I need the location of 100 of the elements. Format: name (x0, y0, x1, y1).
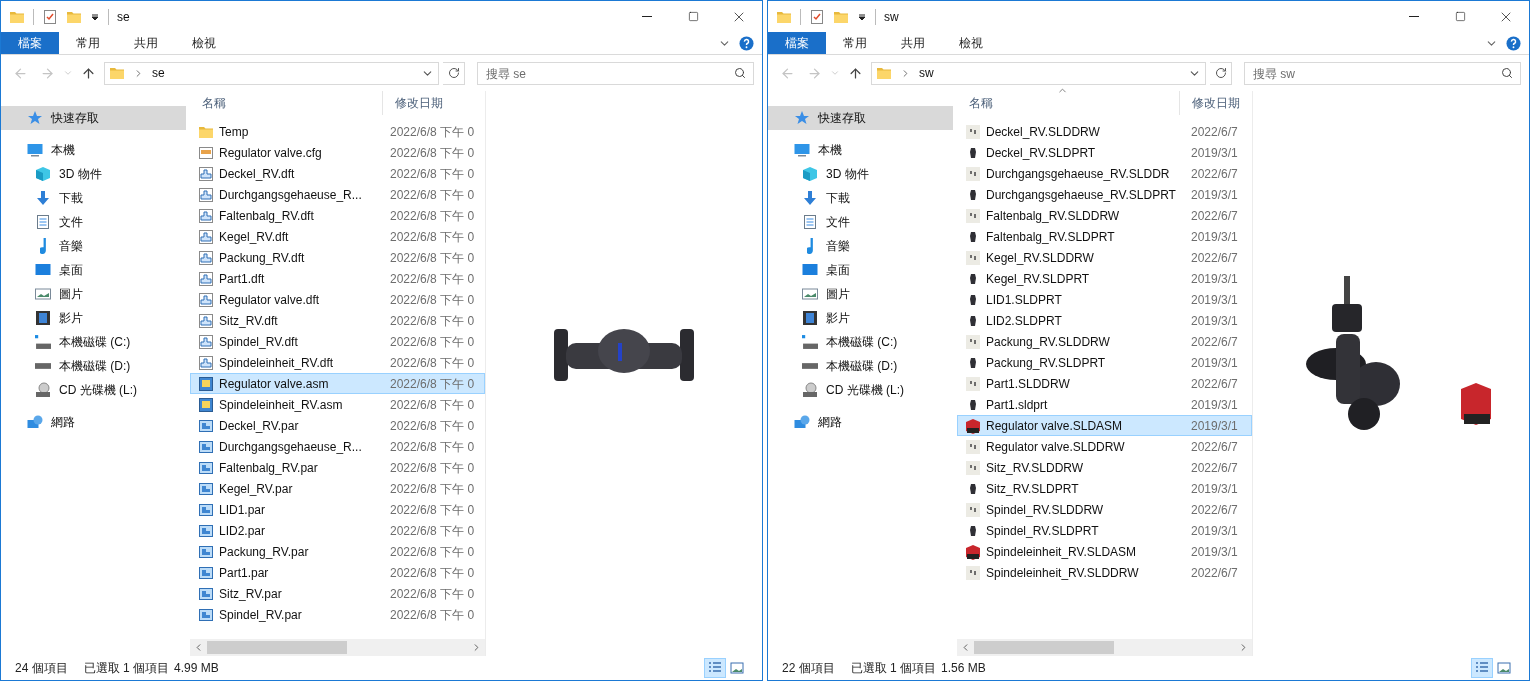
nav-item[interactable]: 3D 物件 (768, 162, 953, 186)
nav-item[interactable]: 文件 (768, 210, 953, 234)
file-row[interactable]: Packung_RV.par 2022/6/8 下午 0 (190, 541, 485, 562)
ribbon-tab[interactable]: 檢視 (942, 32, 1000, 54)
ribbon-tab[interactable]: 常用 (826, 32, 884, 54)
column-header[interactable]: 修改日期 (383, 91, 485, 115)
file-row[interactable]: Regulator valve.dft 2022/6/8 下午 0 (190, 289, 485, 310)
file-row[interactable]: Spindeleinheit_RV.SLDASM 2019/3/1 (957, 541, 1252, 562)
nav-item[interactable]: 本機 (1, 138, 186, 162)
ribbon-tab[interactable]: 共用 (117, 32, 175, 54)
file-row[interactable]: Kegel_RV.dft 2022/6/8 下午 0 (190, 226, 485, 247)
file-row[interactable]: Kegel_RV.SLDDRW 2022/6/7 (957, 247, 1252, 268)
scrollbar-thumb[interactable] (974, 641, 1114, 654)
address-field[interactable]: se (104, 61, 439, 85)
file-row[interactable]: Sitz_RV.SLDDRW 2022/6/7 (957, 457, 1252, 478)
search-field[interactable]: 搜尋 se (477, 62, 754, 86)
file-row[interactable]: Part1.sldprt 2019/3/1 (957, 394, 1252, 415)
file-row[interactable]: LID2.par 2022/6/8 下午 0 (190, 520, 485, 541)
file-row[interactable]: Durchgangsgehaeuse_R... 2022/6/8 下午 0 (190, 184, 485, 205)
file-row[interactable]: Deckel_RV.SLDDRW 2022/6/7 (957, 121, 1252, 142)
nav-item[interactable]: 網路 (1, 410, 186, 434)
nav-item[interactable]: CD 光碟機 (L:) (1, 378, 186, 402)
file-row[interactable]: LID2.SLDPRT 2019/3/1 (957, 310, 1252, 331)
file-row[interactable]: Durchgangsgehaeuse_RV.SLDPRT 2019/3/1 (957, 184, 1252, 205)
refresh-button[interactable] (1210, 61, 1232, 85)
nav-item[interactable]: 文件 (1, 210, 186, 234)
nav-item[interactable]: 本機磁碟 (C:) (768, 330, 953, 354)
horizontal-scrollbar[interactable] (190, 639, 485, 656)
nav-item[interactable]: 桌面 (768, 258, 953, 282)
nav-item[interactable]: 音樂 (1, 234, 186, 258)
file-row[interactable]: Faltenbalg_RV.SLDDRW 2022/6/7 (957, 205, 1252, 226)
address-field[interactable]: sw (871, 61, 1206, 85)
scrollbar-thumb[interactable] (207, 641, 347, 654)
file-row[interactable]: Packung_RV.dft 2022/6/8 下午 0 (190, 247, 485, 268)
file-row[interactable]: Sitz_RV.SLDPRT 2019/3/1 (957, 478, 1252, 499)
file-row[interactable]: Faltenbalg_RV.par 2022/6/8 下午 0 (190, 457, 485, 478)
file-row[interactable]: Spindel_RV.dft 2022/6/8 下午 0 (190, 331, 485, 352)
dropdown-arrow-icon[interactable] (857, 11, 867, 22)
nav-item[interactable]: CD 光碟機 (L:) (768, 378, 953, 402)
file-row[interactable]: Faltenbalg_RV.SLDPRT 2019/3/1 (957, 226, 1252, 247)
help-icon[interactable] (739, 35, 754, 51)
file-row[interactable]: Spindeleinheit_RV.asm 2022/6/8 下午 0 (190, 394, 485, 415)
file-row[interactable]: Deckel_RV.dft 2022/6/8 下午 0 (190, 163, 485, 184)
file-row[interactable]: Spindeleinheit_RV.SLDDRW 2022/6/7 (957, 562, 1252, 583)
horizontal-scrollbar[interactable] (957, 639, 1252, 656)
nav-item[interactable]: 3D 物件 (1, 162, 186, 186)
nav-item[interactable]: 本機磁碟 (C:) (1, 330, 186, 354)
file-row[interactable]: Kegel_RV.par 2022/6/8 下午 0 (190, 478, 485, 499)
nav-item[interactable]: 影片 (768, 306, 953, 330)
view-button[interactable] (704, 658, 726, 678)
column-header[interactable]: 名稱 (190, 91, 383, 115)
nav-item[interactable]: 圖片 (1, 282, 186, 306)
file-row[interactable]: Part1.SLDDRW 2022/6/7 (957, 373, 1252, 394)
file-row[interactable]: Part1.par 2022/6/8 下午 0 (190, 562, 485, 583)
column-header[interactable]: 修改日期 (1180, 91, 1252, 115)
file-row[interactable]: Packung_RV.SLDPRT 2019/3/1 (957, 352, 1252, 373)
nav-item[interactable]: 影片 (1, 306, 186, 330)
ribbon-tab[interactable]: 檢視 (175, 32, 233, 54)
file-row[interactable]: Regulator valve.SLDASM 2019/3/1 (957, 415, 1252, 436)
file-row[interactable]: Spindel_RV.SLDPRT 2019/3/1 (957, 520, 1252, 541)
file-row[interactable]: Durchgangsgehaeuse_RV.SLDDR 2022/6/7 (957, 163, 1252, 184)
ribbon-tab[interactable]: 常用 (59, 32, 117, 54)
search-field[interactable]: 搜尋 sw (1244, 62, 1521, 86)
checklist-icon[interactable] (809, 8, 825, 25)
nav-item[interactable]: 桌面 (1, 258, 186, 282)
view-button[interactable] (1471, 658, 1493, 678)
file-row[interactable]: Spindeleinheit_RV.dft 2022/6/8 下午 0 (190, 352, 485, 373)
nav-item[interactable]: 本機磁碟 (D:) (1, 354, 186, 378)
file-row[interactable]: Packung_RV.SLDDRW 2022/6/7 (957, 331, 1252, 352)
column-header[interactable]: 名稱 (957, 91, 1180, 115)
file-tab[interactable]: 檔案 (768, 32, 826, 54)
ribbon-tab[interactable]: 共用 (884, 32, 942, 54)
file-row[interactable]: Spindel_RV.par 2022/6/8 下午 0 (190, 604, 485, 625)
nav-item[interactable]: 本機磁碟 (D:) (768, 354, 953, 378)
file-row[interactable]: Deckel_RV.par 2022/6/8 下午 0 (190, 415, 485, 436)
file-row[interactable]: Part1.dft 2022/6/8 下午 0 (190, 268, 485, 289)
file-row[interactable]: Kegel_RV.SLDPRT 2019/3/1 (957, 268, 1252, 289)
nav-item[interactable]: 網路 (768, 410, 953, 434)
nav-item[interactable]: 音樂 (768, 234, 953, 258)
file-row[interactable]: Regulator valve.asm 2022/6/8 下午 0 (190, 373, 485, 394)
file-row[interactable]: Sitz_RV.dft 2022/6/8 下午 0 (190, 310, 485, 331)
file-row[interactable]: Deckel_RV.SLDPRT 2019/3/1 (957, 142, 1252, 163)
nav-item[interactable]: 快速存取 (768, 106, 953, 130)
file-row[interactable]: Durchgangsgehaeuse_R... 2022/6/8 下午 0 (190, 436, 485, 457)
file-row[interactable]: LID1.SLDPRT 2019/3/1 (957, 289, 1252, 310)
file-row[interactable]: Sitz_RV.par 2022/6/8 下午 0 (190, 583, 485, 604)
dropdown-arrow-icon[interactable] (90, 11, 100, 22)
file-tab[interactable]: 檔案 (1, 32, 59, 54)
nav-item[interactable]: 下載 (1, 186, 186, 210)
file-row[interactable]: Regulator valve.SLDDRW 2022/6/7 (957, 436, 1252, 457)
file-row[interactable]: Spindel_RV.SLDDRW 2022/6/7 (957, 499, 1252, 520)
file-row[interactable]: Faltenbalg_RV.dft 2022/6/8 下午 0 (190, 205, 485, 226)
forward-arrow-icon[interactable] (40, 65, 55, 81)
file-row[interactable]: Regulator valve.cfg 2022/6/8 下午 0 (190, 142, 485, 163)
help-icon[interactable] (1506, 35, 1521, 51)
nav-item[interactable]: 下載 (768, 186, 953, 210)
refresh-button[interactable] (443, 61, 465, 85)
file-row[interactable]: LID1.par 2022/6/8 下午 0 (190, 499, 485, 520)
nav-item[interactable]: 本機 (768, 138, 953, 162)
nav-item[interactable]: 快速存取 (1, 106, 186, 130)
